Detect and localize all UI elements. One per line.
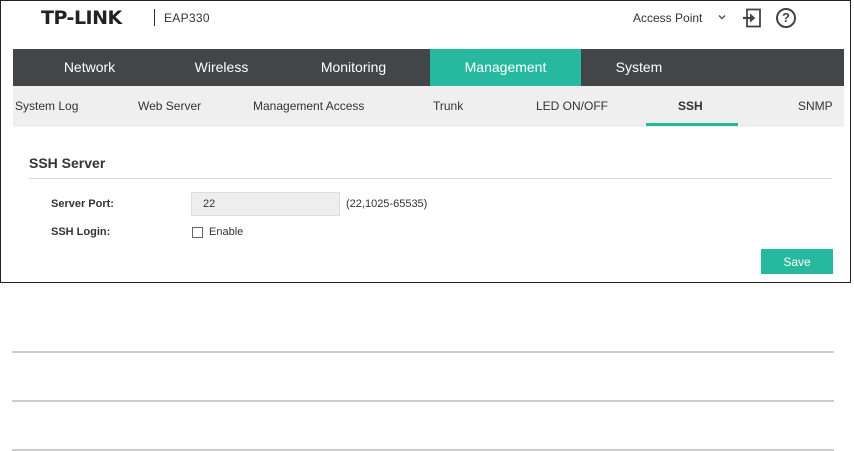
divider: [12, 400, 834, 402]
device-model: EAP330: [164, 11, 210, 25]
server-port-hint: (22,1025-65535): [346, 198, 428, 210]
help-glyph: ?: [782, 10, 790, 25]
server-port-label: Server Port:: [51, 198, 114, 210]
save-button[interactable]: Save: [761, 249, 833, 274]
ssh-login-checkbox[interactable]: [192, 227, 203, 238]
divider: [12, 351, 834, 353]
subtab-ssh[interactable]: SSH: [678, 86, 703, 127]
ssh-login-label: SSH Login:: [51, 226, 111, 238]
ssh-settings-panel: TP-LINK EAP330 Access Point ? Network Wi…: [0, 0, 851, 283]
tab-management[interactable]: Management: [430, 49, 581, 86]
tab-monitoring[interactable]: Monitoring: [277, 49, 430, 86]
main-nav: Network Wireless Monitoring Management S…: [13, 49, 844, 86]
subtab-trunk[interactable]: Trunk: [433, 86, 463, 127]
subtab-system-log[interactable]: System Log: [15, 86, 78, 127]
tab-network[interactable]: Network: [13, 49, 166, 86]
model-separator: [154, 9, 155, 26]
section-title: SSH Server: [29, 155, 106, 171]
brand-logo: TP-LINK: [41, 7, 122, 29]
mode-select[interactable]: Access Point: [633, 11, 702, 25]
chevron-down-icon[interactable]: [716, 11, 728, 23]
subtab-led[interactable]: LED ON/OFF: [536, 86, 608, 127]
subtab-web-server[interactable]: Web Server: [138, 86, 201, 127]
tab-system[interactable]: System: [581, 49, 697, 86]
active-subtab-indicator: [646, 123, 738, 126]
sub-nav: System Log Web Server Management Access …: [13, 86, 844, 127]
help-icon[interactable]: ?: [776, 8, 796, 28]
tab-wireless[interactable]: Wireless: [166, 49, 277, 86]
section-divider: [29, 178, 832, 179]
subtab-snmp[interactable]: SNMP: [798, 86, 833, 127]
subtab-management-access[interactable]: Management Access: [253, 86, 364, 127]
header: TP-LINK EAP330 Access Point ?: [1, 1, 850, 49]
ssh-login-enable-label[interactable]: Enable: [209, 226, 243, 238]
logout-icon[interactable]: [742, 8, 762, 28]
server-port-input[interactable]: [191, 192, 340, 216]
